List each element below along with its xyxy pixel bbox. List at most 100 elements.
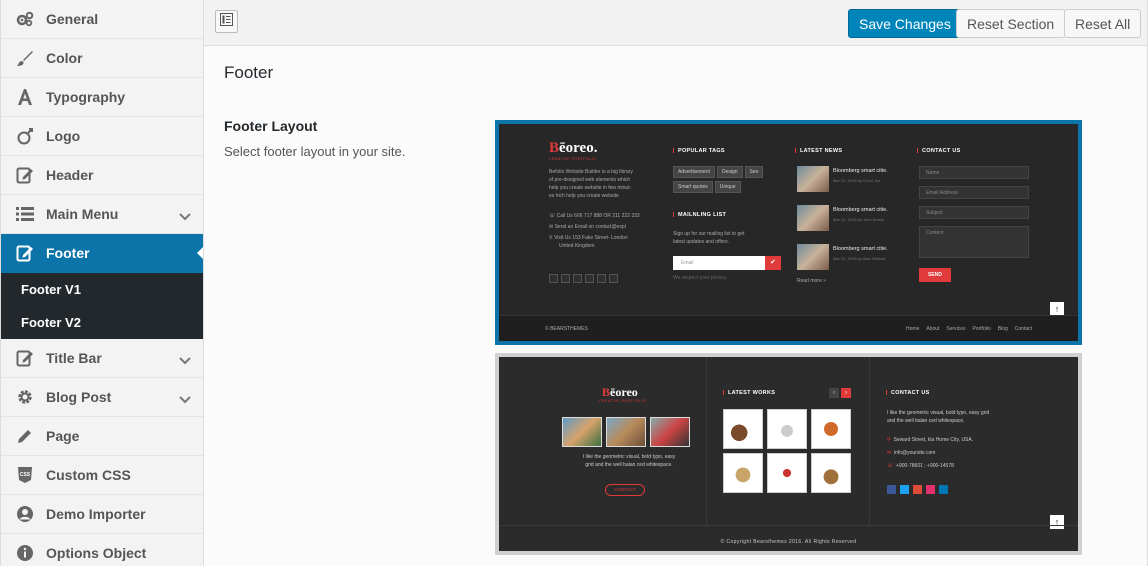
submenu-item-footer-v1[interactable]: Footer V1	[1, 273, 203, 306]
preview2-thumb	[562, 417, 602, 447]
info-icon	[15, 543, 35, 563]
preview-contact-title: CONTACT US	[917, 148, 961, 154]
preview2-phone: ☏ +900-78601 ; +900-14578	[887, 463, 954, 469]
sidebar-item-typography[interactable]: Typography	[1, 78, 203, 117]
reset-all-button[interactable]: Reset All	[1064, 9, 1142, 38]
sidebar-item-options-object[interactable]: Options Object	[1, 534, 203, 566]
preview2-contact-title: CONTACT US	[886, 390, 930, 396]
preview-popular-tags-title: POPULAR TAGS	[673, 148, 725, 154]
preview-logo-subtitle: CREATIVE PORTFOLIO	[549, 157, 597, 161]
footer-preview-1: Bēoreo. CREATIVE PORTFOLIO Befolio Websi…	[499, 124, 1078, 341]
font-icon	[15, 87, 35, 107]
preview-news-item: Bloomberg smart citie. Mar 22, 2016 by Jo…	[797, 205, 907, 231]
edit-icon	[15, 348, 35, 368]
preview2-desc: I like the geometric visual, bold typo, …	[582, 454, 676, 468]
preview2-work	[767, 409, 807, 449]
svg-text:CSS: CSS	[20, 472, 31, 478]
preview2-work	[767, 453, 807, 493]
sidebar-item-main-menu[interactable]: Main Menu	[1, 195, 203, 234]
preview-privacy-note: We respect your privacy.	[673, 275, 728, 281]
preview2-work	[723, 453, 763, 493]
pencil-icon	[15, 426, 35, 446]
preview2-contact-button: CONTACT	[605, 484, 645, 496]
sidebar-item-label: Color	[46, 50, 83, 66]
sidebar-item-label: Page	[46, 428, 80, 444]
logo-icon	[15, 126, 35, 146]
sidebar-item-title-bar[interactable]: Title Bar	[1, 339, 203, 378]
reset-section-button[interactable]: Reset Section	[956, 9, 1066, 38]
footer-layout-option-1[interactable]: Bēoreo. CREATIVE PORTFOLIO Befolio Websi…	[495, 120, 1082, 345]
preview-about-text: Befolio Website Builder is a big library…	[549, 169, 633, 199]
preview-contact-info: ☏ Call Us 666 717 888 OR 211 222 333 ✉ S…	[549, 213, 640, 249]
field-description: Select footer layout in your site.	[224, 144, 406, 159]
preview2-thumb	[650, 417, 690, 447]
gear-icon	[15, 387, 35, 407]
save-changes-button[interactable]: Save Changes	[848, 9, 962, 38]
preview-bottom-bar: © BEARSTHEMES Home About Services Portfo…	[499, 315, 1078, 341]
edit-icon	[15, 165, 35, 185]
preview2-work	[811, 409, 851, 449]
preview-form-field: Content	[919, 226, 1029, 258]
sidebar-item-label: Footer	[46, 245, 90, 261]
preview2-work	[811, 453, 851, 493]
preview-news-item: Bloomberg smart citie. Mar 22, 2016 by Al…	[797, 244, 907, 270]
toolbar: Save Changes Reset Section Reset All	[204, 0, 1147, 46]
preview2-work	[723, 409, 763, 449]
sidebar-item-page[interactable]: Page	[1, 417, 203, 456]
sidebar-item-label: Demo Importer	[46, 506, 146, 522]
submenu-item-footer-v2[interactable]: Footer V2	[1, 306, 203, 339]
layout-icon	[220, 12, 233, 31]
preview-send-button: SEND	[919, 268, 951, 282]
sidebar-item-custom-css[interactable]: CSS Custom CSS	[1, 456, 203, 495]
preview2-works-title: LATEST WORKS	[723, 390, 775, 396]
list-icon	[15, 204, 35, 224]
sidebar-item-label: Typography	[46, 89, 126, 105]
preview-read-more: Read more »	[797, 278, 826, 284]
gears-icon	[15, 9, 35, 29]
arrow-up-icon: ↑	[1050, 515, 1064, 529]
check-icon: ✔	[765, 256, 781, 270]
sidebar-item-label: Logo	[46, 128, 81, 144]
chevron-left-icon: ‹	[829, 388, 839, 398]
sidebar-item-footer[interactable]: Footer	[1, 234, 203, 273]
sidebar-item-header[interactable]: Header	[1, 156, 203, 195]
sidebar-item-blog-post[interactable]: Blog Post	[1, 378, 203, 417]
preview-footer-links: Home About Services Portfolio Blog Conta…	[906, 326, 1032, 332]
sidebar-item-logo[interactable]: Logo	[1, 117, 203, 156]
sidebar-item-color[interactable]: Color	[1, 39, 203, 78]
preview-form-field: Email Address	[919, 186, 1029, 199]
sidebar-item-general[interactable]: General	[1, 0, 203, 39]
css-icon: CSS	[15, 465, 35, 485]
app-window: General Color Typography Logo Header Mai…	[0, 0, 1148, 566]
preview-email-input: Email	[673, 256, 765, 270]
expand-layout-button[interactable]	[215, 10, 238, 33]
sidebar-item-label: General	[46, 11, 99, 27]
sidebar: General Color Typography Logo Header Mai…	[1, 0, 204, 566]
sidebar-item-demo-importer[interactable]: Demo Importer	[1, 495, 203, 534]
chevron-down-icon	[179, 208, 191, 224]
sidebar-item-label: Options Object	[46, 545, 147, 561]
sidebar-item-label: Title Bar	[46, 350, 102, 366]
preview-news-item: Bloomberg smart citie. Mar 22, 2016 by Go…	[797, 166, 907, 192]
brush-icon	[15, 48, 35, 68]
preview2-logo-subtitle: CREATIVE PORTFOLIO	[599, 399, 647, 403]
preview2-thumb	[606, 417, 646, 447]
arrow-up-icon: ↑	[1050, 302, 1064, 316]
preview-logo: Bēoreo.	[549, 140, 598, 156]
preview-form-field: Subject	[919, 206, 1029, 219]
page-title: Footer	[224, 63, 274, 82]
preview2-social-icons	[887, 485, 952, 496]
preview-mailing-desc: Sign up for our mailing list to get lates…	[673, 231, 745, 245]
edit-icon	[15, 243, 35, 263]
preview-social-icons	[549, 274, 621, 285]
footer-submenu: Footer V1 Footer V2	[1, 273, 203, 339]
footer-layout-option-2[interactable]: Bēoreo CREATIVE PORTFOLIO I like the geo…	[495, 353, 1082, 555]
preview2-email: ✉ info@yoursite.com	[887, 450, 936, 456]
preview-form-field: Name	[919, 166, 1029, 179]
footer-preview-2: Bēoreo CREATIVE PORTFOLIO I like the geo…	[499, 357, 1078, 551]
preview-news-title: LATEST NEWS	[795, 148, 842, 154]
chevron-down-icon	[179, 391, 191, 407]
preview2-copyright: © Copyright Bearsthemes 2016. All Rights…	[720, 539, 857, 545]
sidebar-item-label: Blog Post	[46, 389, 112, 405]
preview-tags: Advertisement Design SeoSmart quotes Unique	[673, 166, 783, 196]
